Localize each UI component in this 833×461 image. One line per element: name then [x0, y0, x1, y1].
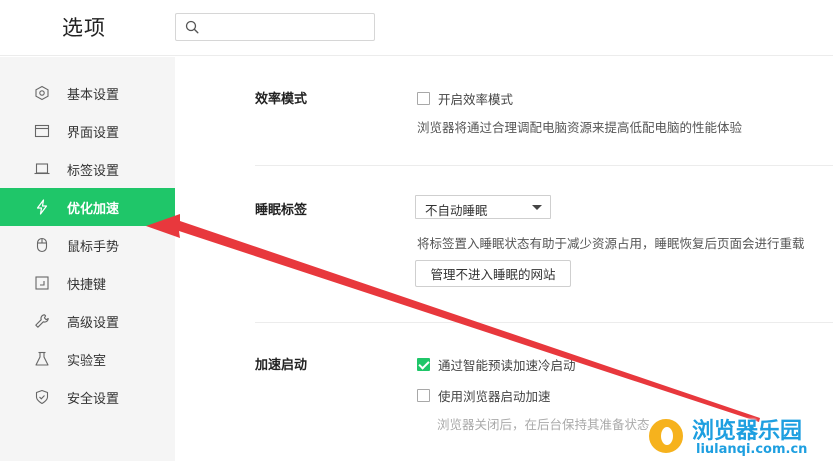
wrench-icon: [35, 314, 49, 328]
flask-icon: [35, 351, 49, 366]
sidebar-item-label: 实验室: [67, 353, 107, 369]
startup-boost-checkbox-row[interactable]: 使用浏览器启动加速: [417, 386, 551, 405]
tab-icon: [34, 163, 50, 175]
sidebar-item-label: 快捷键: [67, 277, 107, 293]
smart-preload-checkbox-row[interactable]: 通过智能预读加速冷启动: [417, 355, 576, 374]
efficiency-mode-checkbox-row[interactable]: 开启效率模式: [417, 89, 513, 108]
mouse-icon: [36, 237, 48, 253]
sidebar-item-basic-settings[interactable]: 基本设置: [0, 74, 175, 112]
sidebar-item-label: 基本设置: [67, 87, 120, 103]
sleep-mode-dropdown[interactable]: 不自动睡眠: [415, 195, 551, 219]
search-input[interactable]: [204, 16, 369, 38]
divider: [255, 165, 833, 166]
sidebar: 基本设置 界面设置 标签设置 优化加速 鼠标手势 快捷键 高级设置 实验室 安全…: [0, 57, 175, 461]
watermark-logo-icon: [646, 416, 686, 456]
smart-preload-label: 通过智能预读加速冷启动: [438, 358, 576, 373]
lightning-icon: [36, 199, 48, 215]
manage-sleep-sites-button[interactable]: 管理不进入睡眠的网站: [415, 260, 571, 287]
sidebar-item-advanced[interactable]: 高级设置: [0, 302, 175, 340]
sidebar-item-label: 界面设置: [67, 125, 120, 141]
section-title-sleep: 睡眠标签: [255, 203, 308, 218]
sidebar-item-label: 标签设置: [67, 163, 120, 179]
sidebar-item-label: 高级设置: [67, 315, 120, 331]
sidebar-item-security[interactable]: 安全设置: [0, 378, 175, 416]
watermark-title: 浏览器乐园: [692, 418, 803, 444]
header: 选项: [0, 0, 833, 56]
hexagon-settings-icon: [35, 85, 49, 101]
section-title-efficiency: 效率模式: [255, 92, 308, 107]
sidebar-item-interface-settings[interactable]: 界面设置: [0, 112, 175, 150]
efficiency-mode-label: 开启效率模式: [438, 92, 514, 107]
search-box[interactable]: [175, 13, 375, 41]
sidebar-item-label: 鼠标手势: [67, 239, 120, 255]
sidebar-item-shortcuts[interactable]: 快捷键: [0, 264, 175, 302]
sidebar-item-label: 优化加速: [67, 201, 120, 217]
sleep-description: 将标签置入睡眠状态有助于减少资源占用，睡眠恢复后页面会进行重载: [417, 236, 805, 251]
search-icon: [185, 20, 199, 34]
window-icon: [34, 124, 50, 138]
sidebar-item-label: 安全设置: [67, 391, 120, 407]
efficiency-mode-description: 浏览器将通过合理调配电脑资源来提高低配电脑的性能体验: [417, 120, 743, 135]
sidebar-item-tab-settings[interactable]: 标签设置: [0, 150, 175, 188]
settings-content: 效率模式 开启效率模式 浏览器将通过合理调配电脑资源来提高低配电脑的性能体验 睡…: [175, 57, 833, 461]
chevron-down-icon: [532, 205, 542, 210]
startup-boost-checkbox[interactable]: [417, 389, 430, 402]
sidebar-item-optimize[interactable]: 优化加速: [0, 188, 175, 226]
sleep-mode-dropdown-value: 不自动睡眠: [425, 203, 488, 218]
sidebar-item-mouse-gestures[interactable]: 鼠标手势: [0, 226, 175, 264]
shield-icon: [35, 389, 49, 405]
startup-boost-label: 使用浏览器启动加速: [438, 389, 551, 404]
efficiency-mode-checkbox[interactable]: [417, 92, 430, 105]
section-title-boost: 加速启动: [255, 358, 308, 373]
keyboard-shortcut-icon: [35, 276, 49, 290]
divider: [255, 322, 833, 323]
watermark-url: liulanqi.com.cn: [696, 442, 808, 457]
sidebar-item-lab[interactable]: 实验室: [0, 340, 175, 378]
startup-boost-description: 浏览器关闭后，在后台保持其准备状态: [437, 417, 650, 432]
page-title: 选项: [62, 16, 106, 40]
smart-preload-checkbox[interactable]: [417, 358, 430, 371]
watermark-logo: 浏览器乐园 liulanqi.com.cn: [642, 412, 830, 460]
